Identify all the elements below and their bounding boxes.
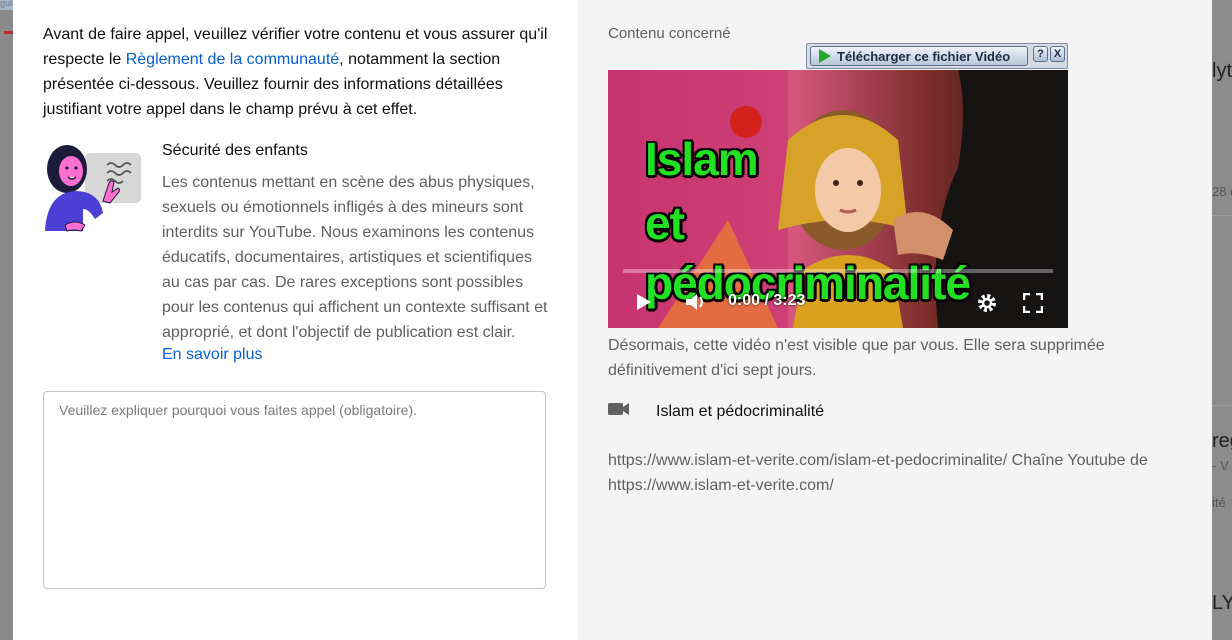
backdrop-small-text-3: ité xyxy=(1212,495,1226,510)
backdrop-left-strip xyxy=(0,0,13,640)
download-help-button[interactable]: ? xyxy=(1033,46,1048,62)
backdrop-text-0: lyt xyxy=(1212,60,1232,82)
visibility-notice: Désormais, cette vidéo n'est visible que… xyxy=(608,337,1105,379)
video-description: https://www.islam-et-verite.com/islam-et… xyxy=(608,452,1148,494)
video-player[interactable]: Islam et pédocriminalité 0:00 / 3:23 xyxy=(608,70,1068,328)
child-safety-illustration xyxy=(43,143,143,235)
download-label: Télécharger ce fichier Vidéo xyxy=(837,48,1011,64)
video-camera-icon xyxy=(608,402,630,421)
video-title: Islam et pédocriminalité xyxy=(656,402,825,420)
progress-bar[interactable] xyxy=(623,269,1053,273)
backdrop-small-text-2: - V xyxy=(1212,458,1229,473)
appeal-form-pane: Avant de faire appel, veuillez vérifier … xyxy=(13,0,578,640)
appeal-intro: Avant de faire appel, veuillez vérifier … xyxy=(43,22,553,122)
policy-title: Sécurité des enfants xyxy=(162,142,308,159)
play-icon[interactable] xyxy=(636,293,652,316)
appeal-reason-box xyxy=(43,391,546,589)
appeal-dialog: Avant de faire appel, veuillez vérifier … xyxy=(13,0,1212,640)
backdrop-small-text-0: 28 d xyxy=(1212,184,1232,199)
content-pane: Contenu concerné Islam et pédocriminalit… xyxy=(578,0,1212,640)
download-close-button[interactable]: X xyxy=(1050,46,1065,62)
appeal-reason-input[interactable] xyxy=(44,392,545,588)
content-heading: Contenu concerné xyxy=(608,25,731,42)
learn-more-link[interactable]: En savoir plus xyxy=(162,346,263,364)
settings-gear-icon[interactable] xyxy=(976,292,998,319)
video-time: 0:00 / 3:23 xyxy=(728,292,806,309)
fullscreen-icon[interactable] xyxy=(1022,292,1044,318)
overlay-line-1: Islam xyxy=(645,133,759,185)
backdrop-right-strip xyxy=(1212,0,1232,640)
download-play-icon xyxy=(819,49,831,63)
volume-icon[interactable] xyxy=(684,292,708,317)
overlay-line-2: et xyxy=(645,197,685,249)
backdrop-text-1: reg xyxy=(1212,430,1232,452)
download-toolbar: Télécharger ce fichier Vidéo ? X xyxy=(806,43,1068,69)
video-title-row: Islam et pédocriminalité xyxy=(608,402,824,421)
backdrop-text-2: LY xyxy=(1212,592,1232,614)
backdrop-divider-1 xyxy=(1212,405,1232,406)
policy-description: Les contenus mettant en scène des abus p… xyxy=(162,174,548,341)
download-video-button[interactable]: Télécharger ce fichier Vidéo xyxy=(810,46,1028,66)
backdrop-divider-0 xyxy=(1212,215,1232,216)
community-guidelines-link[interactable]: Règlement de la communauté xyxy=(126,51,339,68)
